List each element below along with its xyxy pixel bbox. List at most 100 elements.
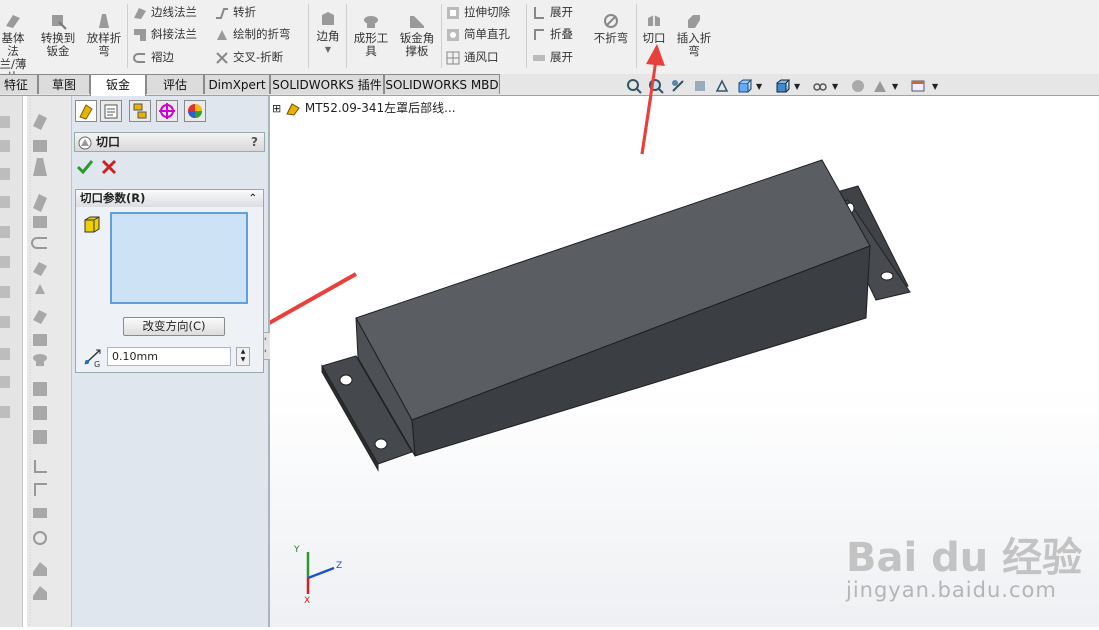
fold-label: 折叠 [550,27,573,41]
configuration-manager-tab[interactable] [129,100,151,122]
apply-scene-icon[interactable] [872,78,888,94]
tab-solidworks-mbd[interactable]: SOLIDWORKS MBD [384,74,500,94]
rip-gap-spinner[interactable]: ▲ ▼ [236,347,250,366]
hide-show-items-icon[interactable] [812,78,828,94]
lofted-bend-label2: 弯 [98,44,110,58]
tab-dimxpert[interactable]: DimXpert [204,74,270,94]
corners-label: 边角 [316,29,340,43]
convert-to-sheetmetal-button[interactable]: 转换到 钣金 [38,12,78,58]
watermark-url: jingyan.baidu.com [846,578,1057,602]
view-settings-icon[interactable] [910,78,926,94]
strip-icons [0,116,10,418]
forming-tool-button[interactable]: 成形工 具 [350,12,392,58]
hem-label: 褶边 [151,50,174,64]
lofted-bend-button[interactable]: 放样折 弯 [83,12,125,58]
unfold-button[interactable]: 展开 [532,5,573,20]
triad-x-label: X [304,596,310,606]
corners-button[interactable]: 边角 ▼ [313,10,343,56]
no-bends-button[interactable]: 不折弯 [590,12,632,45]
unfold-label: 展开 [550,5,573,19]
edges-selection-icon [82,214,102,237]
gusset-icon [408,12,426,30]
insert-bends-icon [685,12,703,30]
triad-y-label: Y [293,545,300,555]
ribbon-separator [441,4,442,68]
change-direction-button[interactable]: 改变方向(C) [123,317,225,336]
configuration-icon [133,103,147,119]
cancel-button[interactable] [100,158,118,179]
tab-sketch[interactable]: 草图 [38,74,90,94]
tab-solidworks-addins[interactable]: SOLIDWORKS 插件 [270,74,384,94]
gusset-label2: 撑板 [405,44,429,58]
simple-hole-button[interactable]: 简单直孔 [446,27,510,42]
sheetmetal-gusset-button[interactable]: 钣金角 撑板 [395,12,439,58]
property-manager: 切口 ? 切口参数(R) ⌃ 改变方向(C) G 0.10mm ▲ ▼ ‹ ‹ [72,96,271,627]
feature-tree-icon [79,104,93,120]
ribbon-separator [127,4,128,68]
ribbon-separator [308,4,309,68]
ok-button[interactable] [76,158,94,179]
strip-icons-2 [29,96,47,627]
sketched-bend-button[interactable]: 绘制的折弯 [215,27,291,42]
watermark-logo: Bai du 经验 [846,535,1083,581]
collapse-chevron-icon[interactable]: ⌃ [249,190,257,207]
red-arrow-to-rip [640,44,665,155]
rip-gap-input[interactable]: 0.10mm [107,347,231,366]
tab-sheet-metal[interactable]: 钣金 [90,74,146,96]
jog-button[interactable]: 转折 [215,5,256,20]
coordinate-triad: Y Z X [293,545,342,606]
miter-flange-button[interactable]: 斜接法兰 [133,27,197,42]
flange-hole [880,271,894,281]
flatten-icon [532,51,546,65]
property-manager-header: 切口 ? [74,132,265,152]
convert-label2: 钣金 [46,44,70,58]
fold-button[interactable]: 折叠 [532,27,573,42]
extruded-cut-button[interactable]: 拉伸切除 [446,5,510,20]
edge-flange-button[interactable]: 边线法兰 [133,5,197,20]
check-icon [76,160,94,175]
no-bends-label: 不折弯 [593,31,629,45]
convert-icon [49,12,67,30]
corners-icon [319,10,337,28]
corners-dropdown-icon[interactable]: ▼ [313,43,343,56]
hem-button[interactable]: 褶边 [133,50,174,65]
section-view-icon[interactable] [692,78,708,94]
edit-appearance-icon[interactable] [850,78,866,94]
page-title: 切口 [96,135,121,149]
edges-selection-box[interactable] [110,212,248,304]
sheetmetal-toolbar-strip [27,96,72,627]
display-manager-tab[interactable] [184,100,206,122]
property-manager-tab[interactable] [100,100,122,122]
cross-break-label: 交叉-折断 [233,50,284,64]
dynamic-annotation-icon[interactable] [714,78,730,94]
rip-parameters-group-header[interactable]: 切口参数(R) ⌃ [75,189,264,208]
crosshair-icon [159,103,175,119]
flatten-button[interactable]: 展开 [532,50,573,65]
vent-label: 通风口 [464,50,499,64]
cross-break-button[interactable]: 交叉-折断 [215,50,283,65]
spin-down-icon[interactable]: ▼ [237,356,249,364]
forming-tool-label2: 具 [365,44,377,58]
view-orientation-icon[interactable] [736,78,753,94]
rip-parameters-title: 切口参数(R) [80,191,146,205]
edge-flange-icon [133,6,147,20]
vent-icon [446,51,460,65]
forming-tool-icon [362,12,380,30]
insert-bends-button[interactable]: 插入折 弯 [672,12,716,58]
cross-break-icon [215,51,229,65]
lofted-bend-icon [95,12,113,30]
rip-icon [645,12,663,30]
ribbon-separator [346,4,347,68]
tab-features[interactable]: 特征 [0,74,38,94]
display-style-icon[interactable] [774,78,791,94]
help-button[interactable]: ? [251,133,258,151]
rip-feature-icon [77,135,93,151]
simple-hole-icon [446,28,460,42]
feature-manager-tab[interactable] [75,100,97,122]
dimxpert-manager-tab[interactable] [156,100,178,122]
no-bends-icon [602,12,620,30]
tab-evaluate[interactable]: 评估 [146,74,204,94]
spin-up-icon[interactable]: ▲ [237,348,249,356]
extruded-cut-label: 拉伸切除 [464,5,510,19]
vent-button[interactable]: 通风口 [446,50,499,65]
